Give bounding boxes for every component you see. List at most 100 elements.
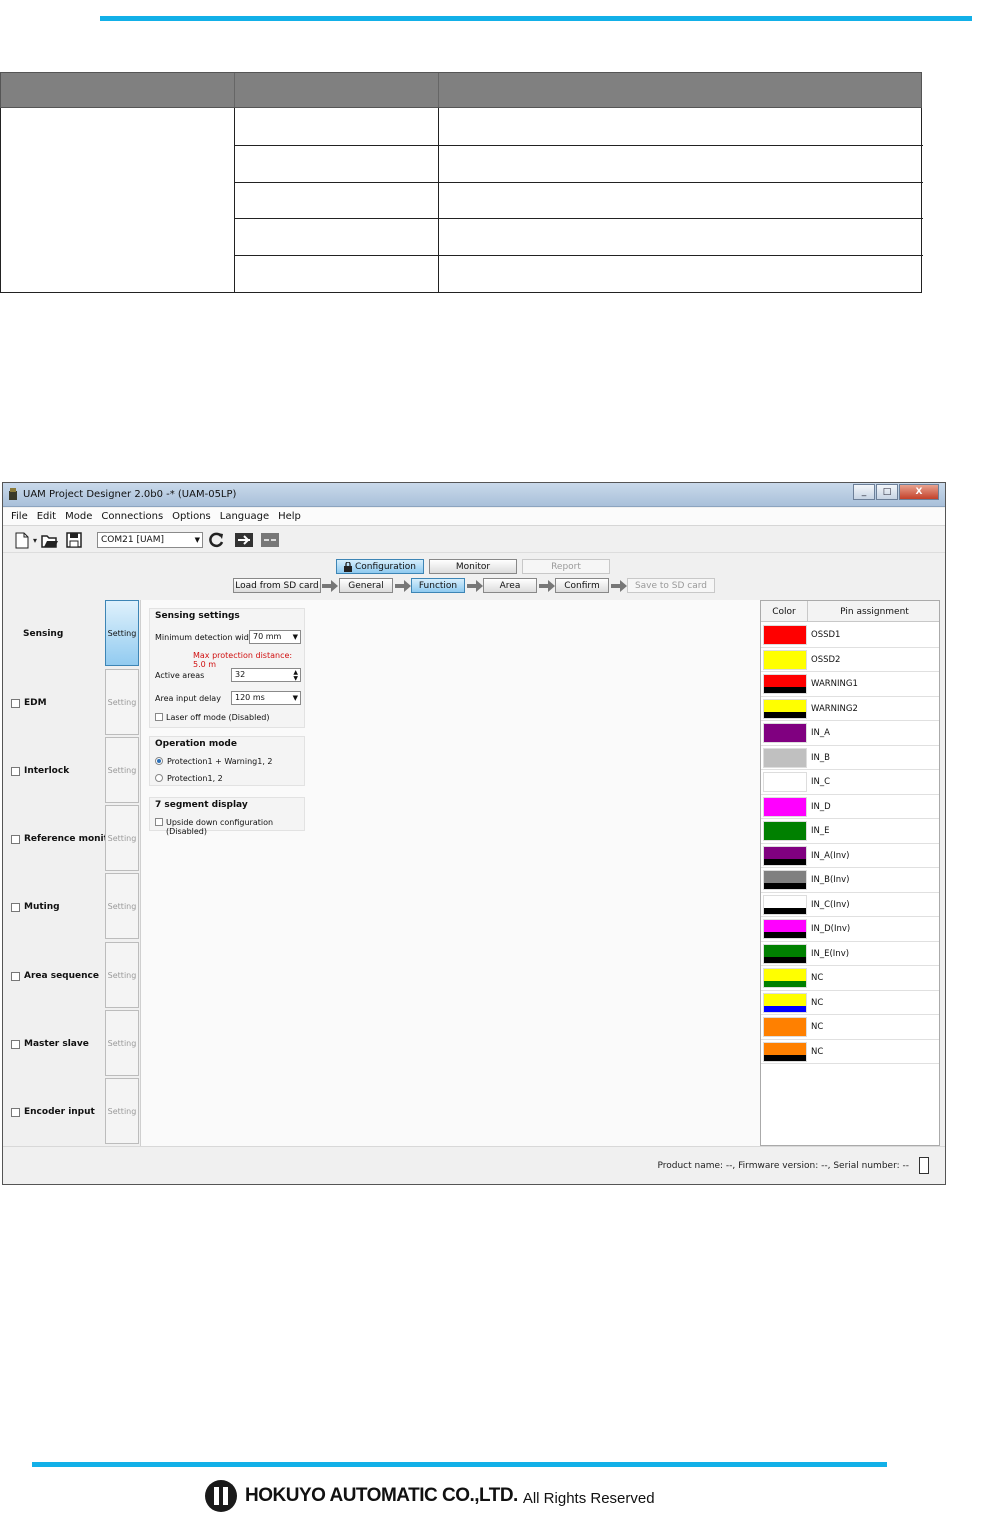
nav-item-muting: Muting Setting — [9, 873, 141, 941]
close-button[interactable]: X — [899, 484, 939, 500]
menu-mode[interactable]: Mode — [65, 508, 92, 525]
pin-label: IN_D(Inv) — [811, 924, 851, 934]
menu-options[interactable]: Options — [172, 508, 211, 525]
spec-column-divider — [438, 108, 439, 292]
nav-item-encoder-input: Encoder input Setting — [9, 1078, 141, 1146]
nav-item-edm: EDM Setting — [9, 669, 141, 737]
active-areas-label: Active areas — [155, 671, 205, 680]
muting-checkbox[interactable] — [11, 903, 20, 912]
setting-button-edm[interactable]: Setting — [105, 669, 139, 735]
report-mode-button[interactable]: Report — [522, 559, 610, 574]
refresh-icon[interactable] — [207, 531, 225, 549]
pin-label: IN_A(Inv) — [811, 850, 850, 861]
pin-label: IN_E — [811, 826, 830, 836]
setting-button-encoder-input[interactable]: Setting — [105, 1078, 139, 1144]
master-slave-checkbox[interactable] — [11, 1040, 20, 1049]
window-title: UAM Project Designer 2.0b0 -* (UAM-05LP) — [23, 489, 237, 500]
nav-item-interlock: Interlock Setting — [9, 737, 141, 805]
menu-edit[interactable]: Edit — [37, 508, 56, 525]
operation-option-2-radio[interactable] — [155, 774, 163, 782]
app-icon — [9, 488, 17, 500]
setting-button-sensing[interactable]: Setting — [105, 600, 139, 666]
nav-label: Master slave — [24, 1039, 89, 1049]
reference-monitor-checkbox[interactable] — [11, 835, 20, 844]
connect-icon[interactable] — [233, 531, 255, 549]
operation-mode-group: Operation mode Protection1 + Warning1, 2… — [149, 736, 305, 786]
monitor-mode-button[interactable]: Monitor — [429, 559, 517, 574]
pin-row: WARNING1 — [761, 672, 939, 697]
pin-row: IN_C — [761, 770, 939, 795]
save-sd-button[interactable]: Save to SD card — [627, 578, 715, 593]
min-width-select[interactable]: 70 mm ▼ — [249, 630, 301, 644]
pin-label: IN_B — [811, 752, 830, 763]
interlock-checkbox[interactable] — [11, 767, 20, 776]
area-step-button[interactable]: Area — [483, 578, 537, 593]
load-sd-button[interactable]: Load from SD card — [233, 578, 321, 593]
save-icon[interactable] — [65, 531, 83, 549]
area-sequence-checkbox[interactable] — [11, 972, 20, 981]
laser-off-checkbox[interactable] — [155, 713, 163, 721]
pin-table-header: Color Pin assignment — [761, 601, 939, 622]
open-folder-icon[interactable] — [41, 531, 59, 549]
pin-color-swatch — [763, 821, 807, 841]
port-select[interactable]: COM21 [UAM] ▼ — [97, 532, 203, 548]
nav-label: Muting — [24, 902, 60, 912]
pin-row: NC — [761, 1040, 939, 1064]
pin-row: WARNING2 — [761, 697, 939, 721]
upside-down-checkbox[interactable] — [155, 818, 163, 826]
arrow-right-icon — [467, 580, 483, 592]
pin-row: IN_B(Inv) — [761, 868, 939, 893]
function-step-button[interactable]: Function — [411, 578, 465, 593]
encoder-input-checkbox[interactable] — [11, 1108, 20, 1117]
nav-label: Encoder input — [24, 1107, 95, 1117]
configuration-mode-button[interactable]: Configuration — [336, 559, 424, 574]
setting-button-reference-monitor[interactable]: Setting — [105, 805, 139, 871]
area-delay-select[interactable]: 120 ms ▼ — [231, 691, 301, 705]
arrow-right-icon — [322, 580, 338, 592]
min-width-value: 70 mm — [253, 632, 282, 641]
setting-button-interlock[interactable]: Setting — [105, 737, 139, 803]
upside-down-label: Upside down configuration (Disabled) — [166, 818, 274, 836]
menu-bar: File Edit Mode Connections Options Langu… — [3, 508, 945, 526]
area-delay-label: Area input delay — [155, 694, 221, 703]
edm-checkbox[interactable] — [11, 699, 20, 708]
pin-color-swatch — [763, 1017, 807, 1037]
pin-color-swatch — [763, 968, 807, 988]
active-areas-spinner[interactable]: 32 ▲ ▼ — [231, 668, 301, 682]
new-dropdown-icon[interactable]: ▾ — [31, 531, 39, 549]
rights-text: All Rights Reserved — [522, 1489, 655, 1507]
nav-item-sensing: Sensing Setting — [9, 600, 141, 668]
pin-row: IN_C(Inv) — [761, 893, 939, 917]
pin-column-header: Pin assignment — [840, 606, 909, 617]
chevron-down-icon: ▼ — [292, 694, 298, 702]
pin-row: IN_D — [761, 795, 939, 819]
pin-color-swatch — [763, 698, 807, 719]
arrow-right-icon — [395, 580, 411, 592]
menu-file[interactable]: File — [11, 508, 28, 525]
menu-help[interactable]: Help — [278, 508, 301, 525]
setting-button-master-slave[interactable]: Setting — [105, 1010, 139, 1076]
pin-label: NC — [811, 973, 824, 983]
nav-item-reference-monitor: Reference monitor Setting — [9, 805, 141, 873]
setting-button-muting[interactable]: Setting — [105, 873, 139, 939]
header-rule — [100, 16, 972, 21]
pin-color-swatch — [763, 1041, 807, 1062]
title-bar[interactable]: UAM Project Designer 2.0b0 -* (UAM-05LP)… — [3, 483, 945, 507]
menu-connections[interactable]: Connections — [101, 508, 163, 525]
pin-row: IN_E — [761, 819, 939, 844]
confirm-step-button[interactable]: Confirm — [555, 578, 609, 593]
setting-button-area-sequence[interactable]: Setting — [105, 942, 139, 1008]
general-step-button[interactable]: General — [339, 578, 393, 593]
disconnect-icon[interactable] — [259, 531, 281, 549]
menu-language[interactable]: Language — [220, 508, 269, 525]
minimize-button[interactable]: _ — [853, 484, 875, 500]
maximize-button[interactable]: □ — [876, 484, 898, 500]
operation-option-1-radio[interactable] — [155, 757, 163, 765]
segment-display-group: 7 segment display Upside down configurat… — [149, 797, 305, 836]
arrow-right-icon — [611, 580, 627, 592]
group-title: Operation mode — [155, 739, 237, 749]
pin-label: NC — [811, 1022, 824, 1032]
new-file-icon[interactable] — [13, 531, 31, 549]
window-controls: _ □ X — [852, 484, 939, 502]
min-width-label: Minimum detection width — [155, 633, 257, 642]
